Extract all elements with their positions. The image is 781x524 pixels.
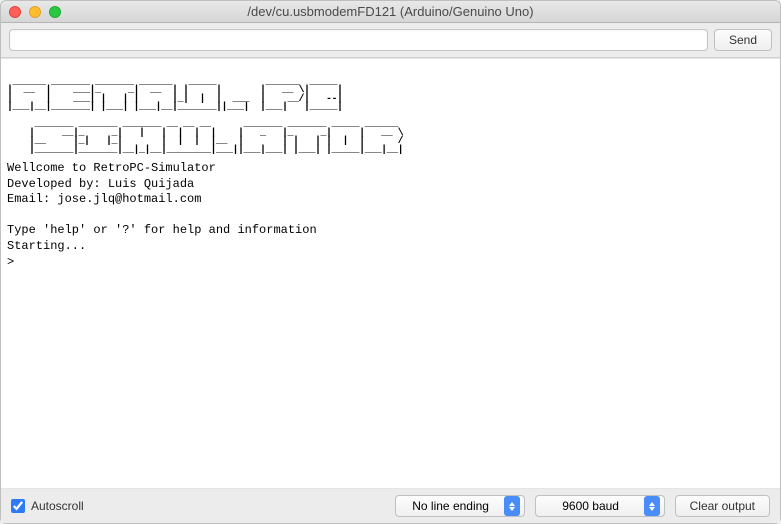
statusbar: Autoscroll No line ending 9600 baud Clea… [1, 489, 780, 523]
line-ending-select[interactable]: No line ending [395, 495, 525, 517]
serial-monitor-window: /dev/cu.usbmodemFD121 (Arduino/Genuino U… [0, 0, 781, 524]
line-ending-value: No line ending [404, 499, 498, 513]
maximize-button[interactable] [49, 6, 61, 18]
toolbar: Send [1, 23, 780, 58]
console-line-starting: Starting... [7, 239, 86, 253]
stepper-arrows-icon [504, 496, 520, 516]
window-title: /dev/cu.usbmodemFD121 (Arduino/Genuino U… [1, 4, 780, 19]
ascii-banner: ______ _______ _______ ______ _____ ____… [7, 79, 774, 156]
console-line-developed: Developed by: Luis Quijada [7, 177, 194, 191]
minimize-button[interactable] [29, 6, 41, 18]
console-line-welcome: Wellcome to RetroPC-Simulator [7, 161, 216, 175]
stepper-arrows-icon [644, 496, 660, 516]
send-button[interactable]: Send [714, 29, 772, 51]
autoscroll-label: Autoscroll [31, 499, 84, 513]
titlebar[interactable]: /dev/cu.usbmodemFD121 (Arduino/Genuino U… [1, 1, 780, 23]
console-output[interactable]: ______ _______ _______ ______ _____ ____… [1, 58, 780, 489]
autoscroll-checkbox[interactable] [11, 499, 25, 513]
clear-output-button[interactable]: Clear output [675, 495, 770, 517]
console-line-help: Type 'help' or '?' for help and informat… [7, 223, 317, 237]
baud-rate-select[interactable]: 9600 baud [535, 495, 665, 517]
console-prompt: > [7, 255, 14, 269]
traffic-lights [9, 6, 61, 18]
autoscroll-toggle[interactable]: Autoscroll [11, 499, 385, 513]
baud-rate-value: 9600 baud [544, 499, 638, 513]
close-button[interactable] [9, 6, 21, 18]
console-line-email: Email: jose.jlq@hotmail.com [7, 192, 201, 206]
command-input[interactable] [9, 29, 708, 51]
